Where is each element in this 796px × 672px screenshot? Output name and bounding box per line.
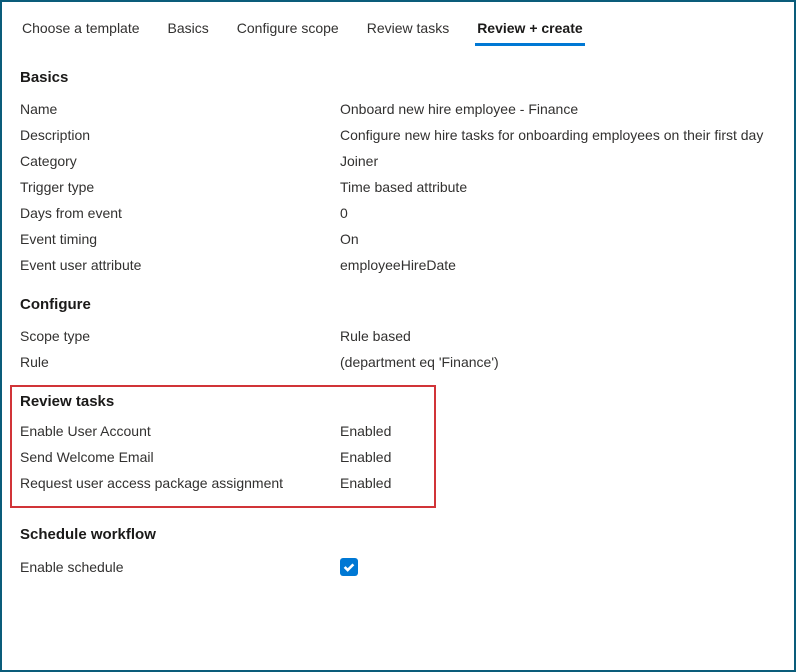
- row-category: Category Joiner: [20, 148, 776, 174]
- enable-schedule-checkbox[interactable]: [340, 558, 358, 576]
- label-days-from-event: Days from event: [20, 205, 340, 221]
- row-description: Description Configure new hire tasks for…: [20, 122, 776, 148]
- review-tasks-highlight: Review tasks Enable User Account Enabled…: [10, 385, 436, 508]
- row-days-from-event: Days from event 0: [20, 200, 776, 226]
- label-description: Description: [20, 127, 340, 143]
- label-rule: Rule: [20, 354, 340, 370]
- row-trigger-type: Trigger type Time based attribute: [20, 174, 776, 200]
- label-name: Name: [20, 101, 340, 117]
- value-enable-user-account: Enabled: [340, 423, 391, 439]
- review-tasks-heading: Review tasks: [20, 393, 426, 410]
- value-name: Onboard new hire employee - Finance: [340, 101, 578, 117]
- label-trigger-type: Trigger type: [20, 179, 340, 195]
- tab-choose-template[interactable]: Choose a template: [20, 14, 142, 46]
- row-scope-type: Scope type Rule based: [20, 323, 776, 349]
- row-request-access-package: Request user access package assignment E…: [20, 470, 426, 496]
- value-event-timing: On: [340, 231, 359, 247]
- row-name: Name Onboard new hire employee - Finance: [20, 96, 776, 122]
- value-rule: (department eq 'Finance'): [340, 354, 499, 370]
- row-enable-user-account: Enable User Account Enabled: [20, 418, 426, 444]
- label-scope-type: Scope type: [20, 328, 340, 344]
- label-enable-user-account: Enable User Account: [20, 423, 340, 439]
- tab-review-create[interactable]: Review + create: [475, 14, 584, 46]
- label-send-welcome-email: Send Welcome Email: [20, 449, 340, 465]
- row-rule: Rule (department eq 'Finance'): [20, 349, 776, 375]
- value-event-user-attribute: employeeHireDate: [340, 257, 456, 273]
- value-request-access-package: Enabled: [340, 475, 391, 491]
- schedule-heading: Schedule workflow: [20, 526, 776, 543]
- value-scope-type: Rule based: [340, 328, 411, 344]
- label-enable-schedule: Enable schedule: [20, 559, 340, 575]
- row-enable-schedule: Enable schedule: [20, 553, 776, 581]
- label-request-access-package: Request user access package assignment: [20, 475, 340, 491]
- row-send-welcome-email: Send Welcome Email Enabled: [20, 444, 426, 470]
- label-event-user-attribute: Event user attribute: [20, 257, 340, 273]
- check-icon: [342, 560, 356, 574]
- label-event-timing: Event timing: [20, 231, 340, 247]
- configure-heading: Configure: [20, 296, 776, 313]
- tab-basics[interactable]: Basics: [166, 14, 211, 46]
- basics-heading: Basics: [20, 69, 776, 86]
- value-send-welcome-email: Enabled: [340, 449, 391, 465]
- row-event-user-attribute: Event user attribute employeeHireDate: [20, 252, 776, 278]
- row-event-timing: Event timing On: [20, 226, 776, 252]
- value-category: Joiner: [340, 153, 378, 169]
- tab-bar: Choose a template Basics Configure scope…: [2, 2, 794, 47]
- value-trigger-type: Time based attribute: [340, 179, 467, 195]
- tab-review-tasks[interactable]: Review tasks: [365, 14, 451, 46]
- label-category: Category: [20, 153, 340, 169]
- value-days-from-event: 0: [340, 205, 348, 221]
- value-description: Configure new hire tasks for onboarding …: [340, 127, 763, 143]
- content-area: Basics Name Onboard new hire employee - …: [2, 47, 794, 581]
- tab-configure-scope[interactable]: Configure scope: [235, 14, 341, 46]
